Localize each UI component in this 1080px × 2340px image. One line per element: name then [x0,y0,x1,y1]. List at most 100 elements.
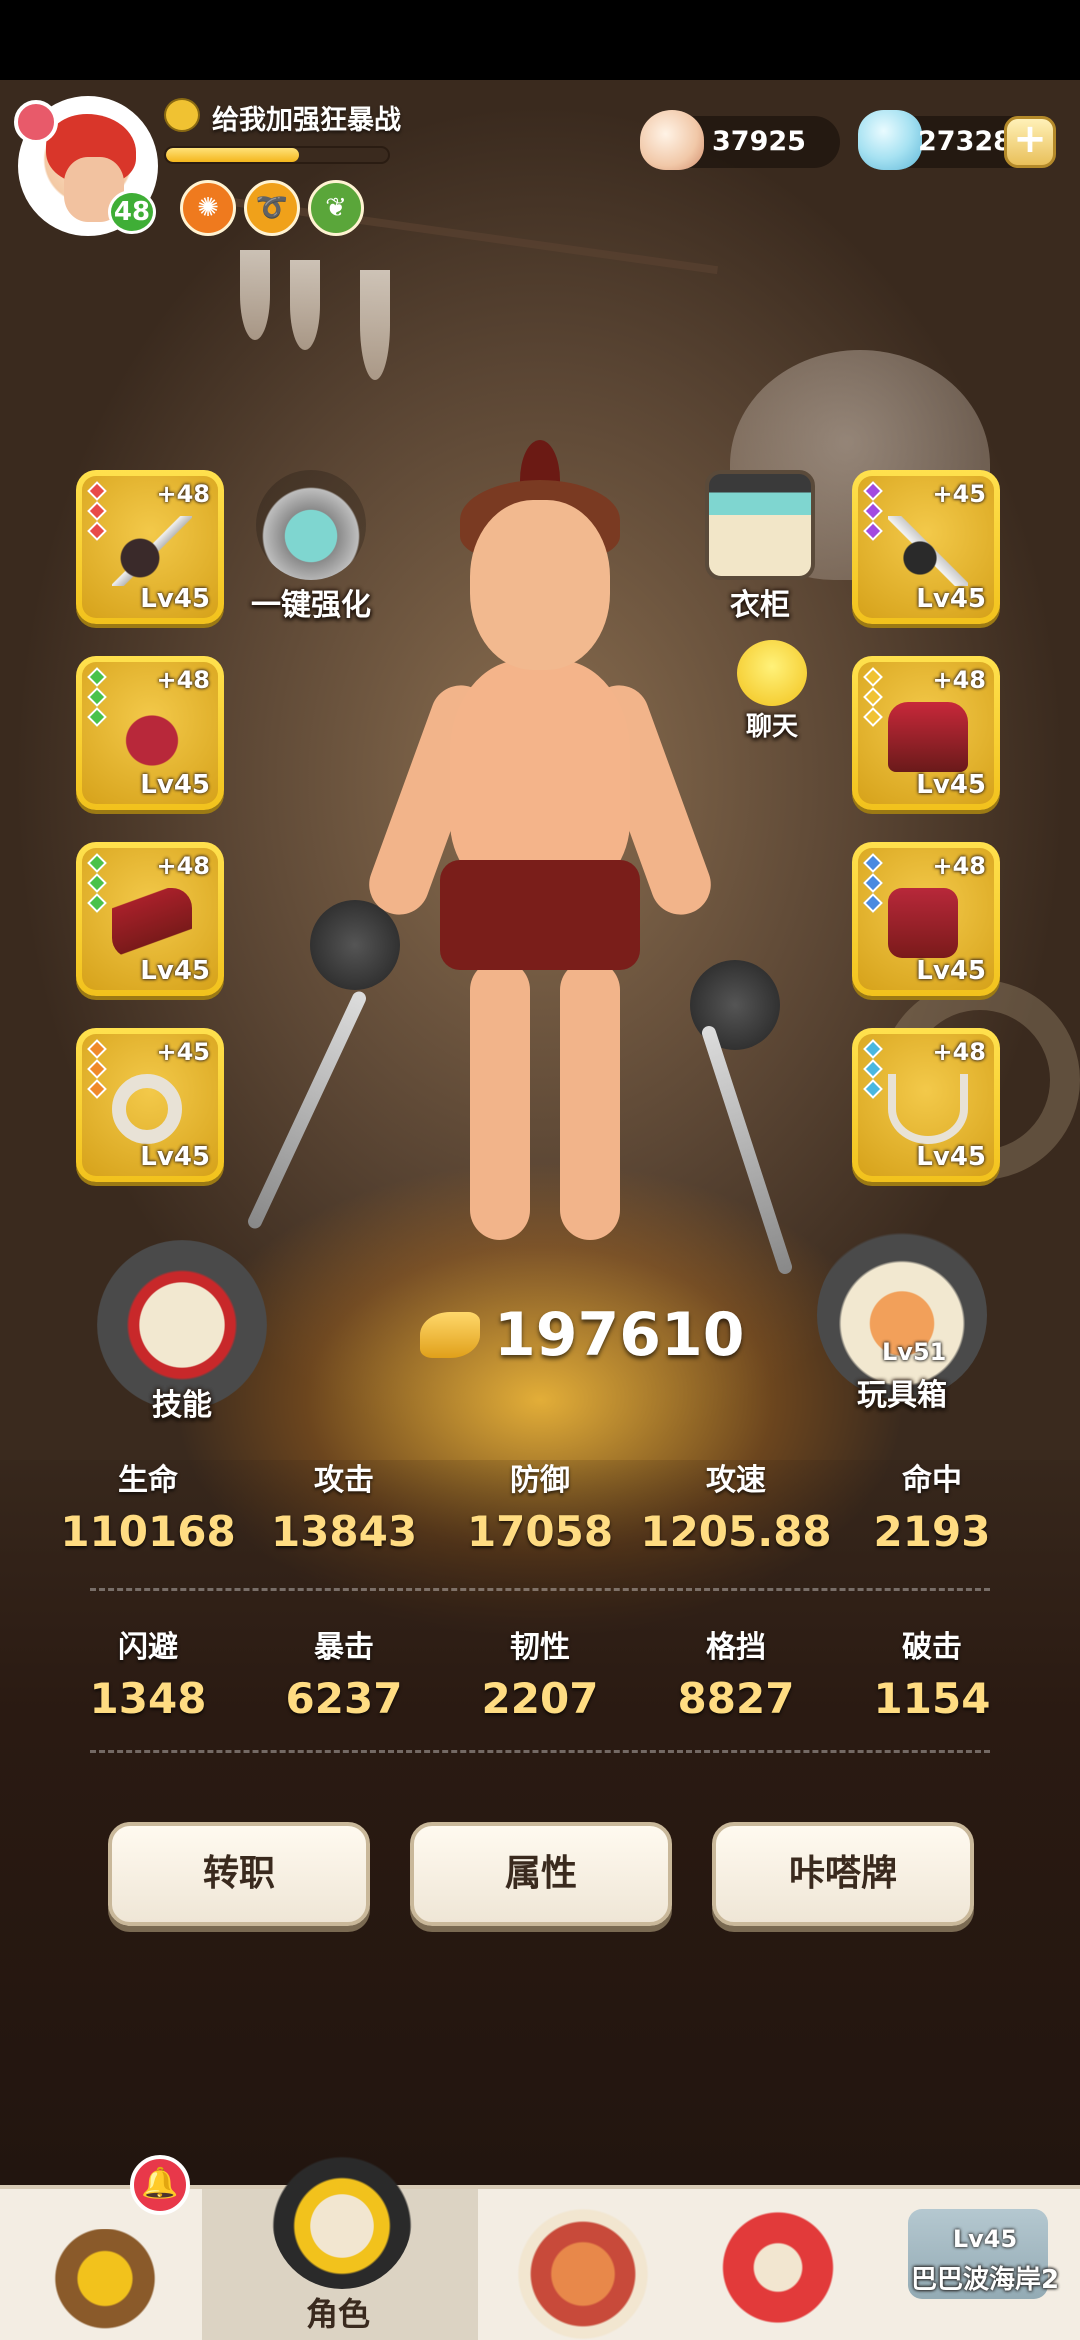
stat-label: 破击 [902,1630,962,1665]
swirl-buff-icon[interactable]: ➰ [244,180,300,236]
shell-currency: 37925 [640,110,840,170]
stat-block: 格挡 8827 [638,1622,834,1723]
equip-slot-right-2[interactable]: +48 Lv45 [852,656,1000,810]
equip-slot-left-1[interactable]: +48 Lv45 [76,470,224,624]
bracer-icon [112,888,192,958]
greaves-icon [888,888,958,958]
map-lock-label: Lv45 巴巴波海岸2 [900,2225,1070,2296]
gem-icon [863,667,883,687]
gem-icon [87,1039,107,1059]
gem-icon [87,687,107,707]
boar-helmet-icon [112,702,192,772]
gem-indicator [863,853,883,916]
item-level: Lv45 [140,956,210,986]
gem-icon [87,667,107,687]
skill-button[interactable]: 技能 [92,1240,272,1424]
gem-indicator [87,667,107,730]
equip-slot-right-1[interactable]: +45 Lv45 [852,470,1000,624]
combat-power-value: 197610 [494,1300,745,1370]
enhance-level: +48 [932,666,986,694]
bg-fang [290,260,320,350]
leaf-buff-icon[interactable]: ❦ [308,180,364,236]
gem-indicator [863,1039,883,1102]
stat-label: 暴击 [314,1630,374,1665]
xp-bar-fill [166,148,300,162]
stat-dodge: 闪避 1348 [50,1622,246,1723]
nav-tab-tribe[interactable] [478,2189,678,2340]
stat-label: 攻击 [314,1463,374,1498]
shell-icon [640,110,704,170]
notification-bell-icon[interactable]: 🔔 [130,2155,190,2215]
nav-tab-character[interactable]: 角色 [202,2149,478,2340]
enhance-level: +48 [932,852,986,880]
stat-label: 防御 [510,1463,570,1498]
enhance-level: +48 [156,852,210,880]
power-arm-icon [420,1312,480,1358]
equip-slot-left-3[interactable]: +48 Lv45 [76,842,224,996]
stat-value: 6237 [285,1674,403,1723]
stats-row-1: 生命 110168 攻击 13843 防御 17058 攻速 1205.88 命中 219… [50,1455,1030,1556]
gem-icon [863,1079,883,1099]
hero-torso [450,660,630,890]
job-change-button[interactable]: 转职 [108,1822,370,1926]
status-bar [0,0,1080,80]
stat-value: 13843 [270,1507,418,1556]
stat-label: 格挡 [706,1630,766,1665]
gem-icon [863,893,883,913]
stat-value: 2207 [481,1674,599,1723]
red-dino-icon [718,2209,838,2339]
armor-icon [888,702,968,772]
avatar-emblem-icon [14,100,58,144]
cards-button[interactable]: 咔嗒牌 [712,1822,974,1926]
skill-label: 技能 [152,1388,212,1423]
character-tab-icon [272,2149,412,2289]
player-level-badge: 48 [108,190,156,234]
bg-fang [240,250,270,340]
nav-tab-pet[interactable] [678,2189,878,2340]
gear-buff-icon[interactable]: ✺ [180,180,236,236]
tribal-mask-icon [508,2204,658,2340]
equip-slot-left-4[interactable]: +45 Lv45 [76,1028,224,1182]
stat-label: 命中 [902,1463,962,1498]
gem-icon [863,873,883,893]
stat-label: 闪避 [118,1630,178,1665]
stat-attack: 攻击 13843 [246,1455,442,1556]
stat-value: 1154 [873,1674,991,1723]
add-currency-button[interactable]: + [1004,116,1056,168]
gem-indicator [863,667,883,730]
hero-character[interactable] [245,440,794,1290]
spiked-club-icon [888,516,968,586]
adventurer-icon [40,2229,170,2339]
stat-label: 韧性 [510,1630,570,1665]
stat-value: 1348 [89,1674,207,1723]
gem-indicator [863,481,883,544]
gem-indicator [87,481,107,544]
toybox-lock-level: Lv51 [882,1338,947,1366]
stat-label: 攻速 [706,1463,766,1498]
hero-left-mace [310,900,400,990]
stat-hit: 命中 2193 [834,1455,1030,1556]
toybox-button[interactable]: Lv51 玩具箱 [812,1230,992,1414]
hero-left-leg [470,960,530,1240]
enhance-level: +48 [932,1038,986,1066]
gem-icon [87,501,107,521]
stats-row-2: 闪避 1348 暴击 6237 韧性 2207 格挡 8827 破击 1154 [50,1622,1030,1723]
gem-icon [863,1059,883,1079]
gem-icon [87,707,107,727]
equip-slot-left-2[interactable]: +48 Lv45 [76,656,224,810]
hero-belt [440,860,640,970]
gem-icon [863,1039,883,1059]
gem-icon [87,481,107,501]
gem-icon [87,873,107,893]
stat-toughness: 韧性 2207 [442,1622,638,1723]
gem-indicator [87,1039,107,1102]
stats-divider [90,1588,990,1591]
stats-divider [90,1750,990,1753]
attributes-button[interactable]: 属性 [410,1822,672,1926]
map-name: 巴巴波海岸2 [910,2265,1060,2295]
equip-slot-right-4[interactable]: +48 Lv45 [852,1028,1000,1182]
necklace-icon [888,1074,968,1144]
stat-value: 8827 [677,1674,795,1723]
equip-slot-right-3[interactable]: +48 Lv45 [852,842,1000,996]
item-level: Lv45 [916,1142,986,1172]
